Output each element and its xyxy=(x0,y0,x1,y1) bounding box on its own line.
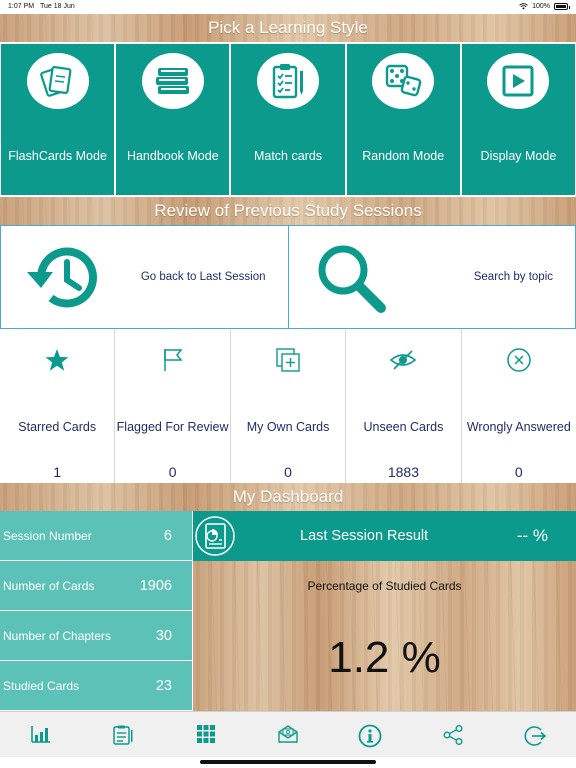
status-time: 1:07 PM xyxy=(8,3,35,10)
category-label: Flagged For Review xyxy=(116,420,229,434)
exit-icon xyxy=(524,726,547,746)
stats-chart-icon xyxy=(31,726,51,743)
star-icon xyxy=(45,349,69,371)
stat-value: 23 xyxy=(155,677,172,694)
status-bar: 1:07 PM Tue 18 Jun 100% xyxy=(0,0,576,14)
number-of-chapters-stat: Number of Chapters 30 xyxy=(0,611,192,661)
report-chart-icon xyxy=(193,514,237,558)
section-title: Review of Previous Study Sessions xyxy=(154,201,422,220)
handbook-mode-button[interactable]: Handbook Mode xyxy=(116,44,230,195)
starred-cards-button[interactable]: Starred Cards 1 xyxy=(0,329,116,483)
tab-info[interactable] xyxy=(329,712,411,748)
books-icon xyxy=(141,53,204,109)
last-session-result[interactable]: Last Session Result -- % xyxy=(193,511,576,561)
card-categories: Starred Cards 1 Flagged For Review 0 My … xyxy=(0,329,576,483)
stat-label: Session Number xyxy=(3,528,92,543)
add-card-icon xyxy=(276,348,300,372)
wrong-answers-button[interactable]: Wrongly Answered 0 xyxy=(462,329,576,483)
tab-mail[interactable] xyxy=(247,712,329,744)
status-right: 100% xyxy=(519,3,570,10)
section-header-dashboard: My Dashboard xyxy=(0,483,576,511)
history-icon xyxy=(27,247,97,308)
mode-label: FlashCards Mode xyxy=(8,149,107,163)
tab-exit[interactable] xyxy=(494,712,576,748)
x-circle-icon xyxy=(507,348,531,372)
status-date: Tue 18 Jun xyxy=(40,3,75,10)
stat-label: Number of Chapters xyxy=(3,628,112,643)
studied-percentage-panel: Percentage of Studied Cards 1.2 % xyxy=(193,561,576,711)
bottom-tab-bar xyxy=(0,711,576,757)
section-header-review: Review of Previous Study Sessions xyxy=(0,197,576,225)
category-count: 1883 xyxy=(387,464,419,480)
category-label: Unseen Cards xyxy=(363,420,444,434)
category-count: 0 xyxy=(168,464,177,480)
category-label: My Own Cards xyxy=(246,420,330,434)
unseen-cards-button[interactable]: Unseen Cards 1883 xyxy=(346,329,462,483)
home-indicator[interactable] xyxy=(200,760,376,764)
search-icon xyxy=(318,245,386,313)
search-topic-label: Search by topic xyxy=(473,271,553,283)
section-title: Pick a Learning Style xyxy=(208,18,368,37)
last-result-value: -- % xyxy=(516,526,548,545)
dashboard-stats: Session Number 6 Number of Cards 1906 Nu… xyxy=(0,511,192,711)
number-of-cards-stat: Number of Cards 1906 xyxy=(0,561,192,611)
stat-label: Studied Cards xyxy=(3,678,80,693)
flashcards-mode-button[interactable]: FlashCards Mode xyxy=(1,44,115,195)
match-cards-button[interactable]: Match cards xyxy=(231,44,345,195)
stat-label: Number of Cards xyxy=(3,578,95,593)
mode-label: Match cards xyxy=(253,149,323,163)
random-mode-button[interactable]: Random Mode xyxy=(346,44,460,195)
play-icon xyxy=(487,53,550,109)
percentage-value: 1.2 % xyxy=(328,633,441,682)
quiz-list-icon xyxy=(113,725,133,745)
last-result-label: Last Session Result xyxy=(300,528,429,544)
session-number-stat: Session Number 6 xyxy=(0,511,192,561)
mail-icon xyxy=(278,725,298,743)
flashcards-icon xyxy=(26,53,89,109)
checklist-icon xyxy=(257,53,319,109)
own-cards-button[interactable]: My Own Cards 0 xyxy=(231,329,347,483)
category-count: 0 xyxy=(514,464,523,480)
grid-icon xyxy=(196,725,215,743)
category-label: Wrongly Answered xyxy=(466,420,571,434)
tab-share[interactable] xyxy=(411,712,493,746)
stat-value: 6 xyxy=(163,527,172,544)
flagged-cards-button[interactable]: Flagged For Review 0 xyxy=(115,329,231,483)
mode-label: Display Mode xyxy=(480,149,557,163)
last-session-button[interactable]: Go back to Last Session xyxy=(0,225,289,329)
percentage-label: Percentage of Studied Cards xyxy=(307,579,462,593)
eye-off-icon xyxy=(390,350,417,370)
category-count: 1 xyxy=(53,464,62,480)
flag-icon xyxy=(163,349,183,371)
review-sessions: Go back to Last Session Search by topic xyxy=(0,225,576,329)
mode-label: Handbook Mode xyxy=(126,149,219,163)
wifi-icon xyxy=(519,3,528,10)
tab-stats[interactable] xyxy=(0,712,82,744)
category-label: Starred Cards xyxy=(18,420,97,434)
category-count: 0 xyxy=(284,464,292,480)
display-mode-button[interactable]: Display Mode xyxy=(461,44,576,195)
learning-modes: FlashCards Mode Handbook Mode Match card… xyxy=(0,42,576,197)
search-topic-button[interactable]: Search by topic xyxy=(288,225,576,329)
mode-label: Random Mode xyxy=(362,149,445,163)
last-session-label: Go back to Last Session xyxy=(140,271,266,283)
info-icon xyxy=(358,724,382,748)
battery-percent: 100% xyxy=(532,3,550,10)
tab-grid[interactable] xyxy=(165,712,247,744)
tab-quiz[interactable] xyxy=(82,712,164,746)
share-icon xyxy=(443,725,463,745)
dice-icon xyxy=(372,53,435,109)
studied-cards-stat: Studied Cards 23 xyxy=(0,661,192,711)
stat-value: 30 xyxy=(155,627,172,644)
stat-value: 1906 xyxy=(139,577,172,594)
section-title: My Dashboard xyxy=(232,487,344,506)
section-header-learning-style: Pick a Learning Style xyxy=(0,14,576,42)
battery-icon xyxy=(554,3,570,10)
